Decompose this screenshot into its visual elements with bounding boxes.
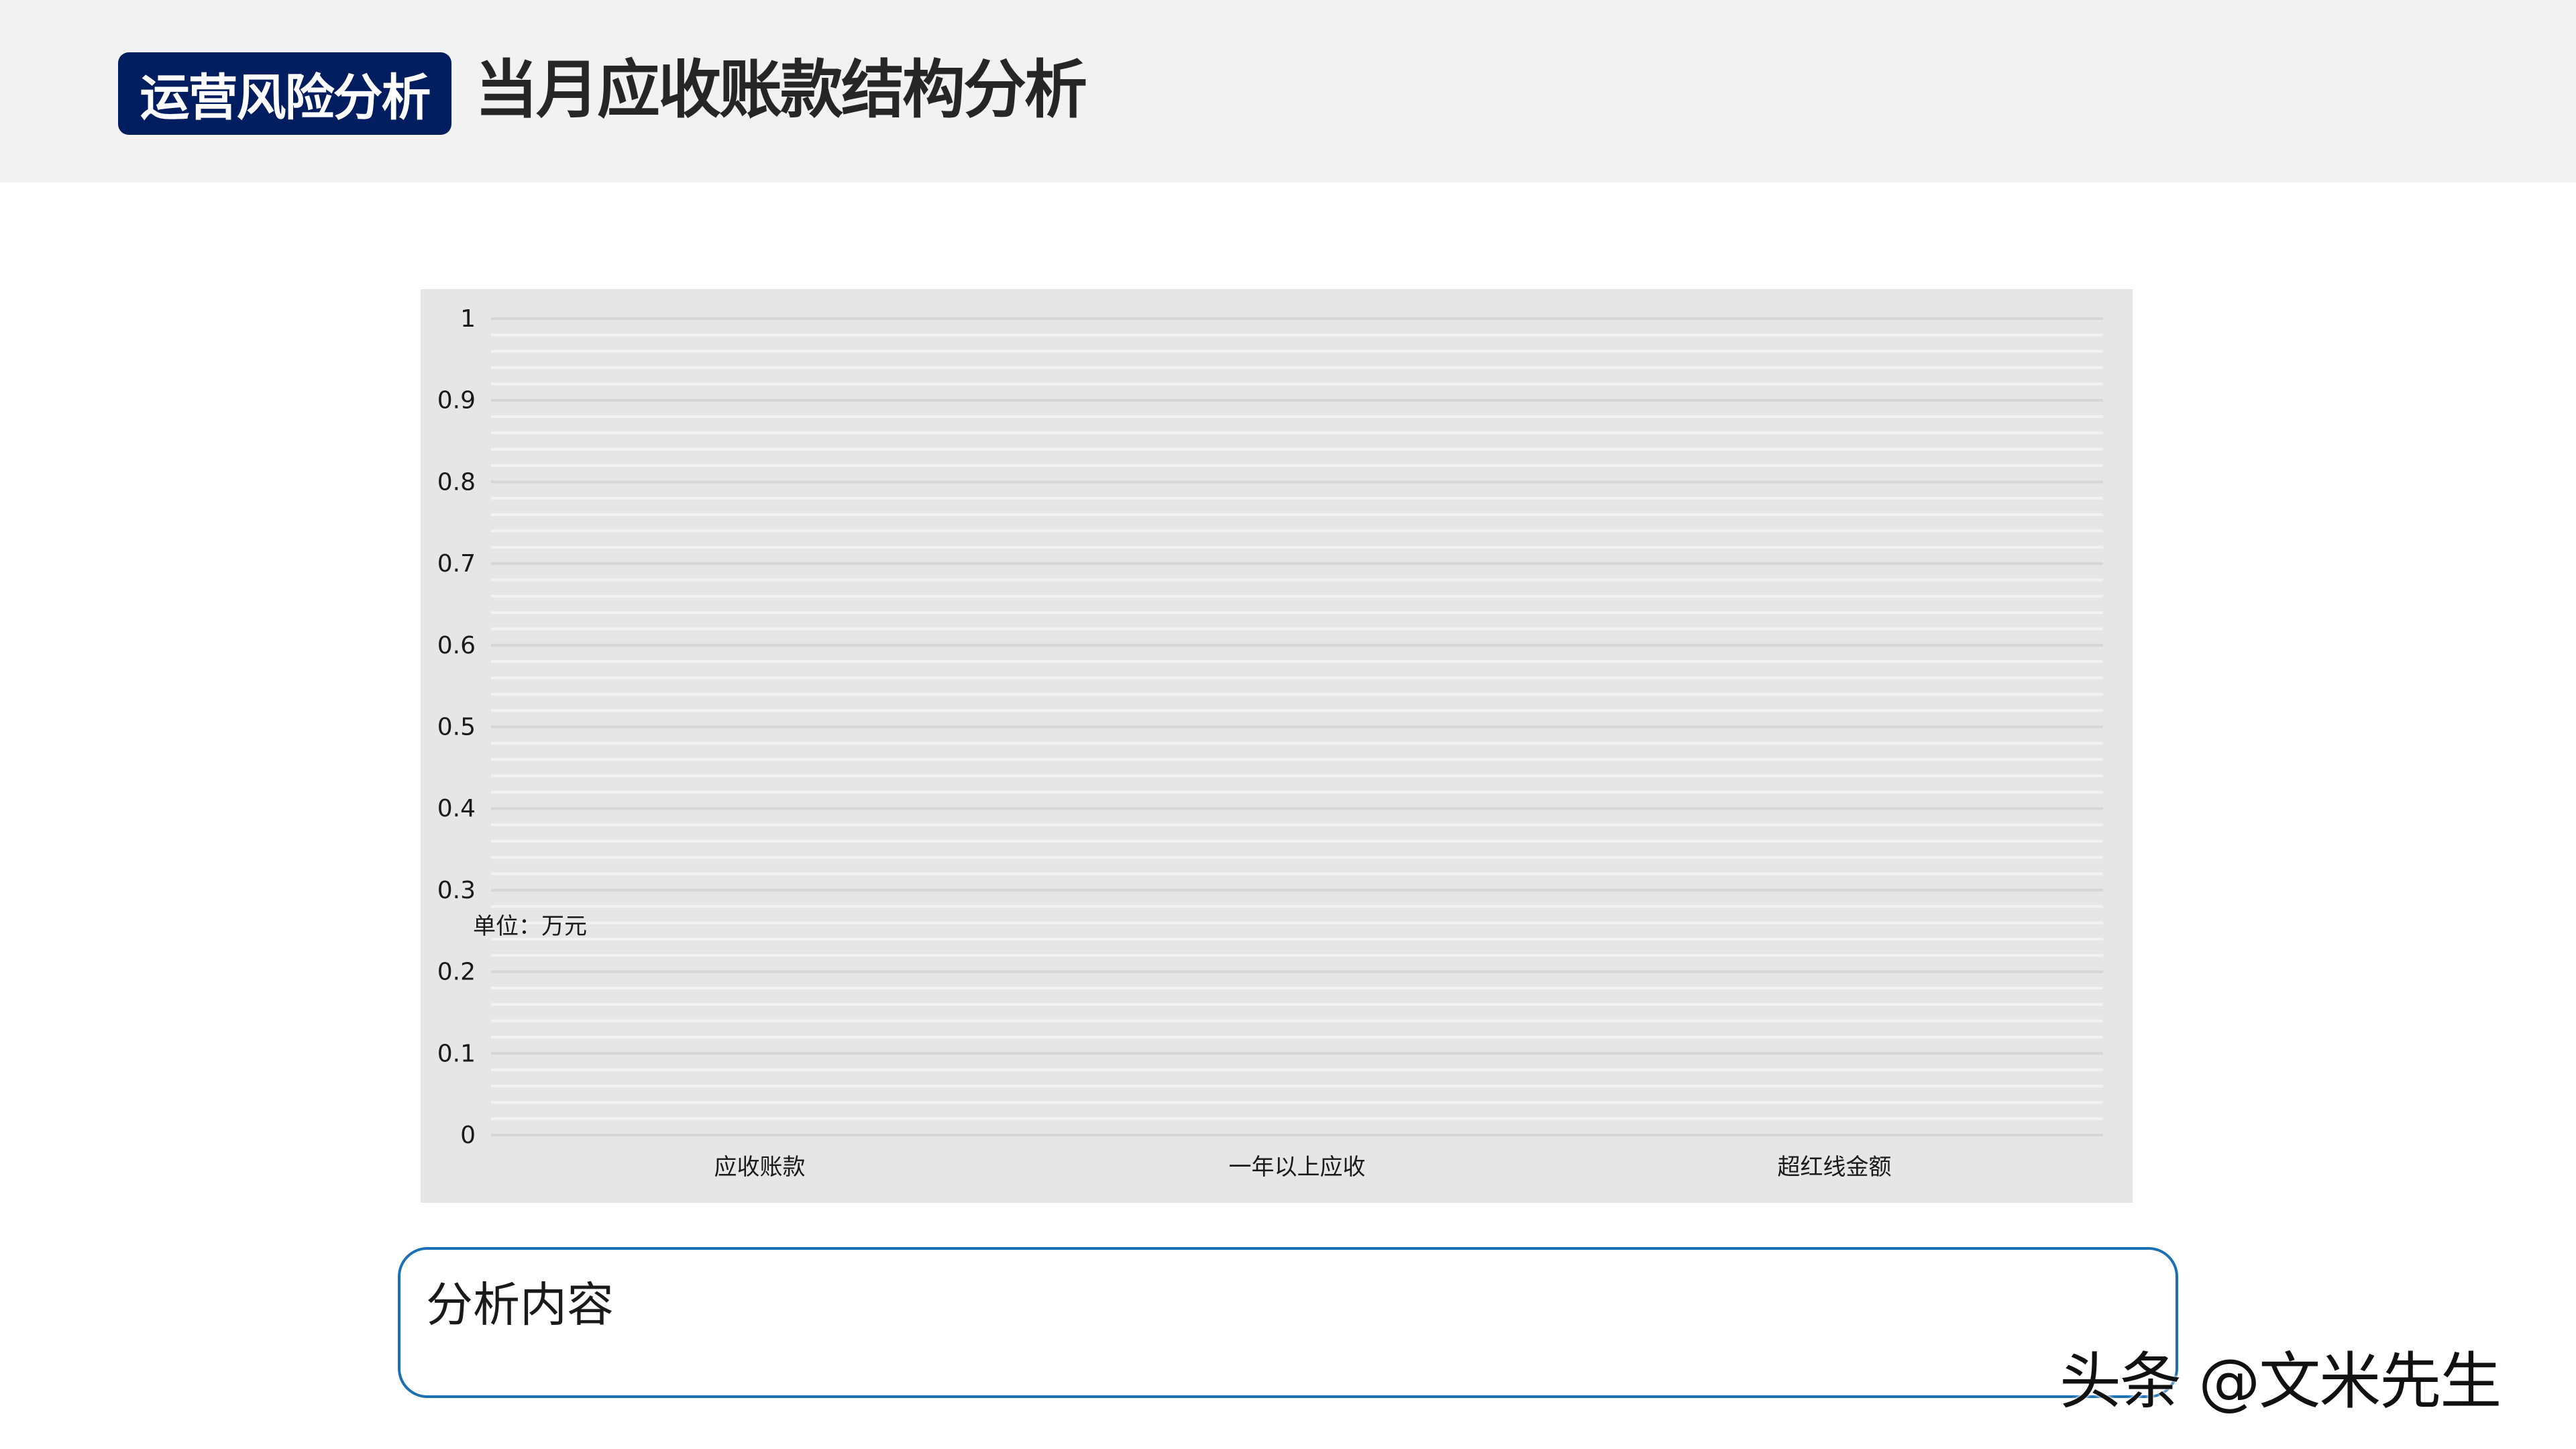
- watermark: 头条 @文米先生: [2059, 1332, 2500, 1421]
- y-tick-label: 0.3: [437, 877, 476, 904]
- y-tick-label: 0.2: [437, 959, 476, 986]
- y-tick-label: 1: [460, 305, 476, 333]
- chart-canvas: 0 0.1 0.2 0.3 0.4 0.5 0.6 0.7 0.8 0.9 1 应收账款 一年以上应收 超…: [421, 289, 2133, 1203]
- y-tick-label: 0.4: [437, 795, 476, 822]
- analysis-title: 分析内容: [426, 1267, 614, 1335]
- y-tick-label: 0.5: [437, 714, 476, 741]
- y-tick-label: 0.9: [437, 387, 476, 415]
- x-tick-label: 应收账款: [714, 1154, 806, 1181]
- section-badge: 运营风险分析: [118, 52, 451, 135]
- y-tick-label: 0: [460, 1122, 476, 1149]
- header-band: 运营风险分析 当月应收账款结构分析: [0, 0, 2576, 182]
- page-title: 当月应收账款结构分析: [475, 47, 1085, 134]
- y-tick-label: 0.7: [437, 550, 476, 578]
- x-tick-label: 超红线金额: [1778, 1154, 1892, 1181]
- y-tick-label: 0.6: [437, 632, 476, 659]
- unit-label: 单位：万元: [473, 908, 587, 941]
- bar-chart: 0 0.1 0.2 0.3 0.4 0.5 0.6 0.7 0.8 0.9 1 应收账款 一年以上应收 超…: [421, 289, 2133, 1203]
- analysis-box[interactable]: 分析内容: [398, 1247, 2178, 1398]
- y-tick-label: 0.8: [437, 468, 476, 496]
- x-tick-label: 一年以上应收: [1229, 1154, 1366, 1181]
- y-tick-label: 0.1: [437, 1040, 476, 1067]
